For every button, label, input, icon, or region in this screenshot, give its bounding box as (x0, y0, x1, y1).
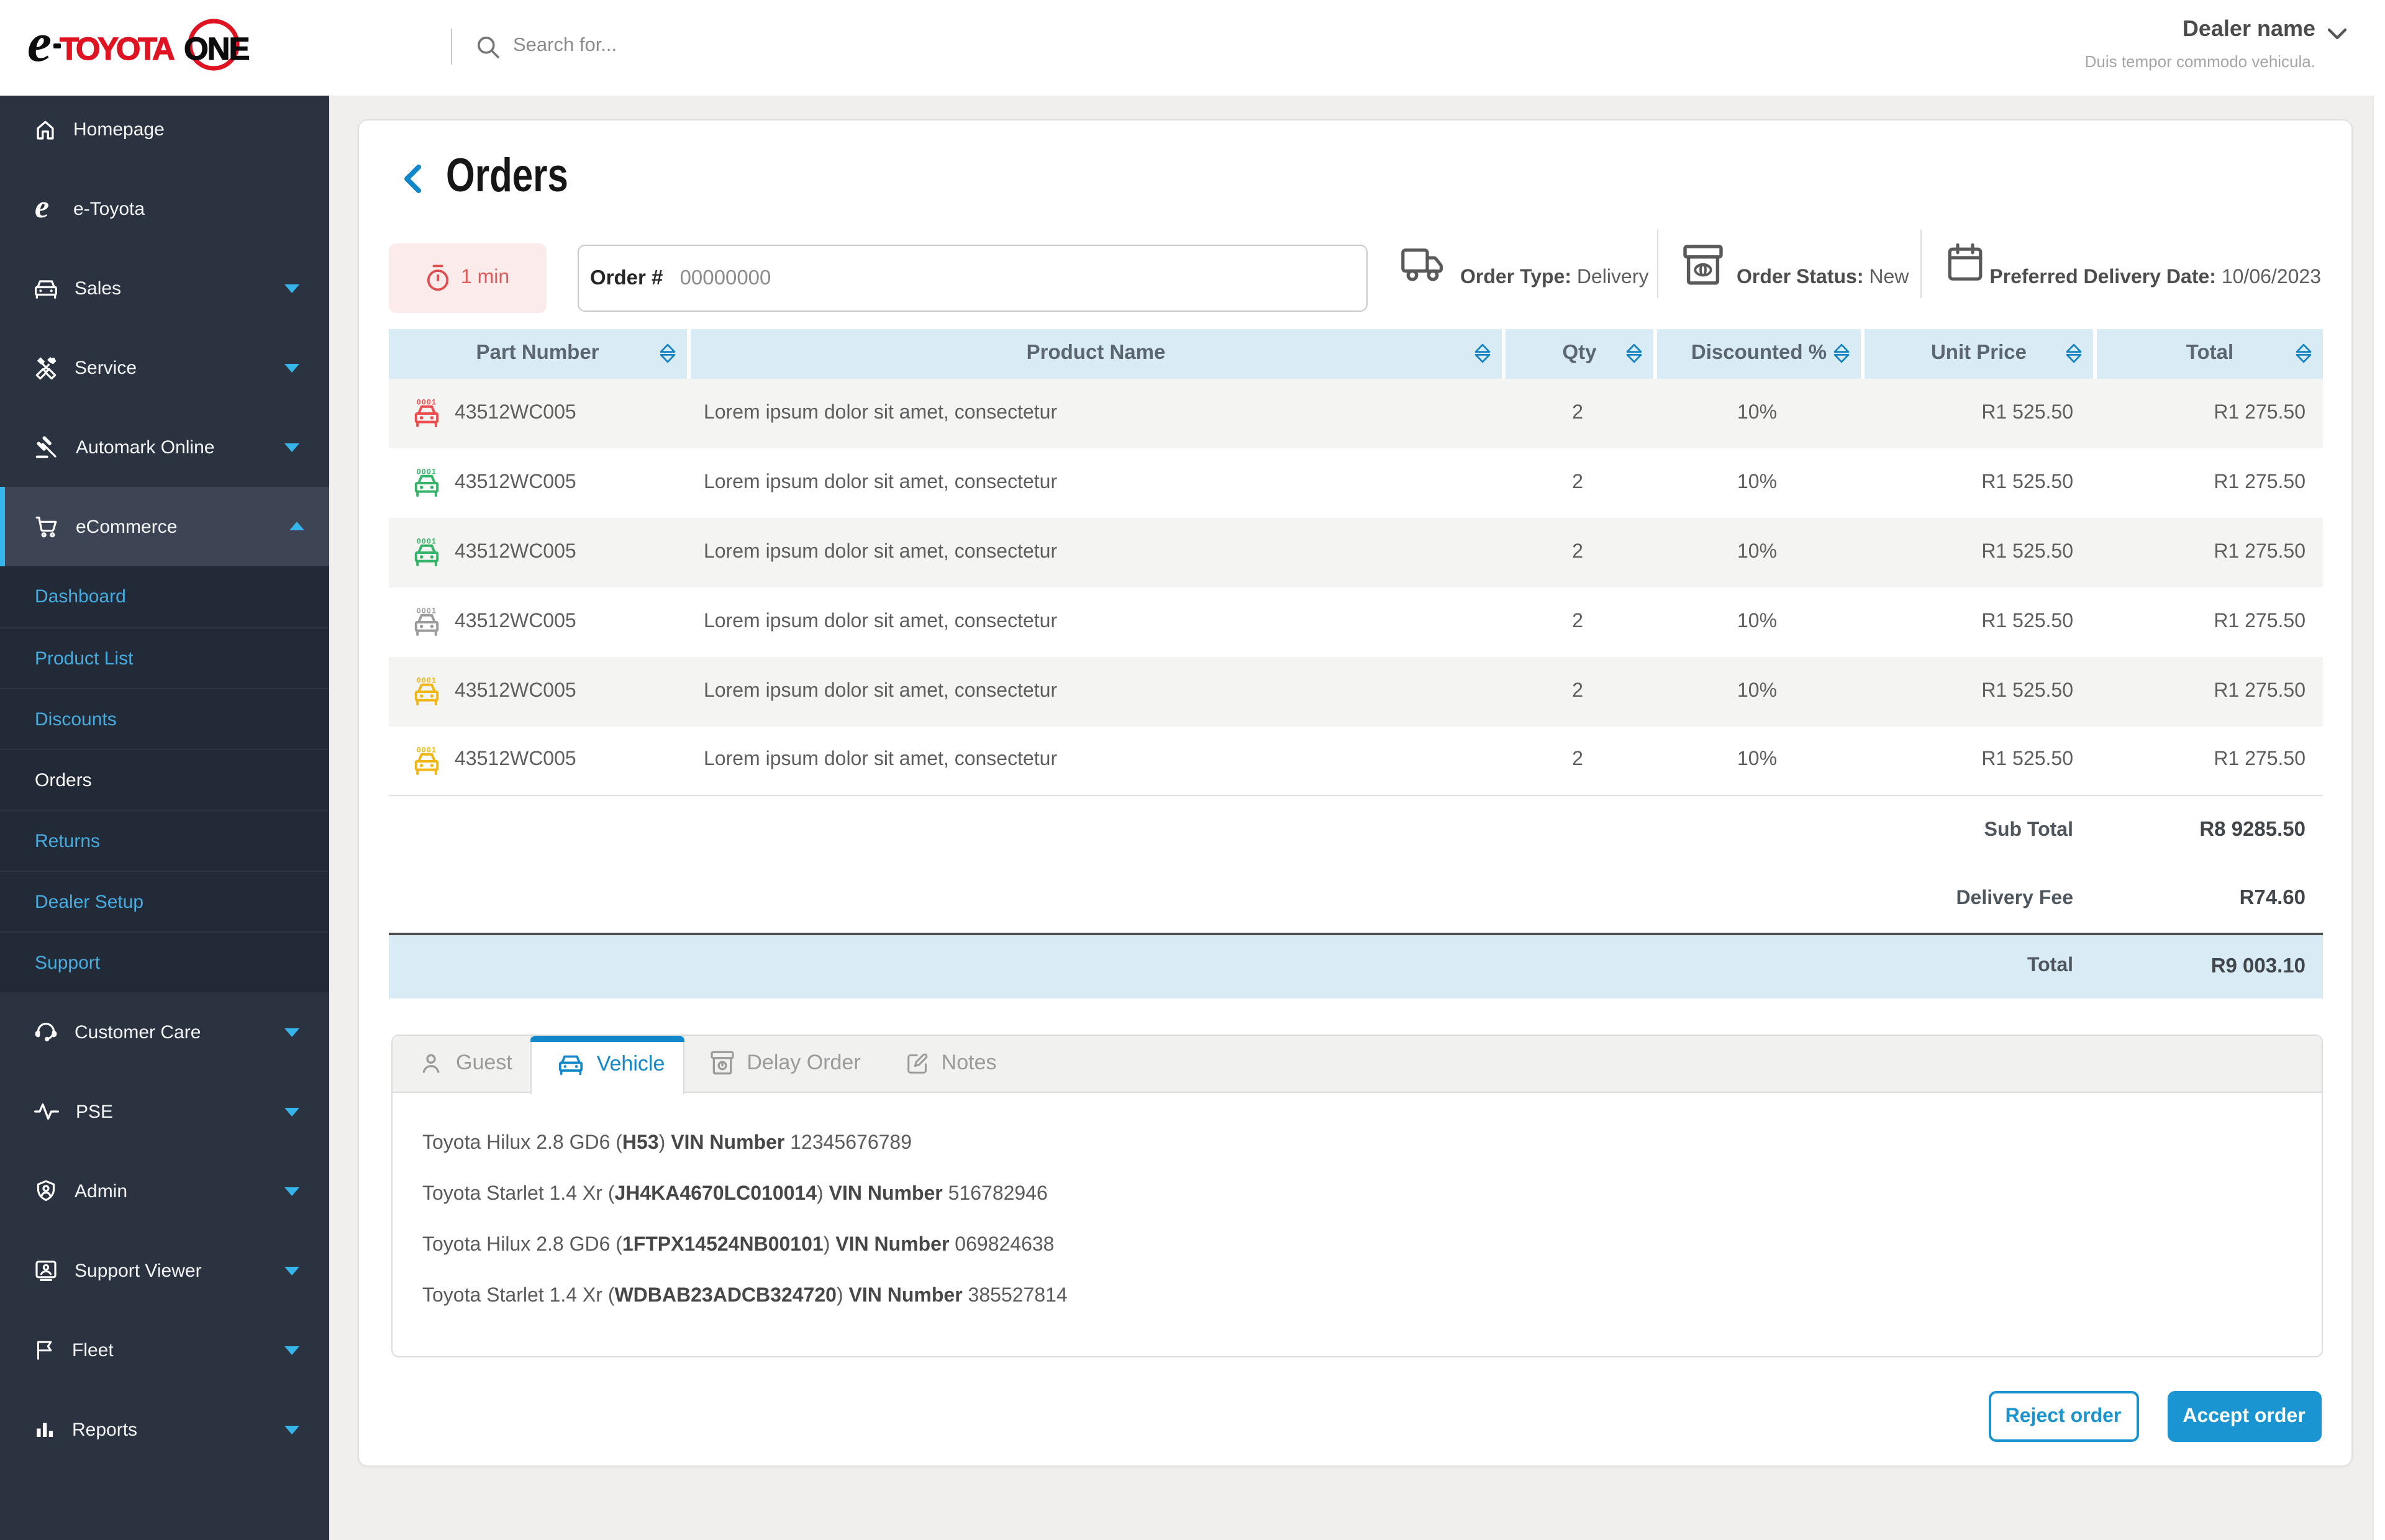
svg-text:0001: 0001 (417, 607, 437, 615)
svg-text:0001: 0001 (417, 537, 437, 546)
svg-text:0001: 0001 (417, 676, 437, 685)
svg-text:0001: 0001 (417, 398, 437, 407)
svg-text:0001: 0001 (417, 745, 437, 754)
svg-text:e: e (35, 195, 49, 222)
svg-text:0001: 0001 (417, 468, 437, 476)
